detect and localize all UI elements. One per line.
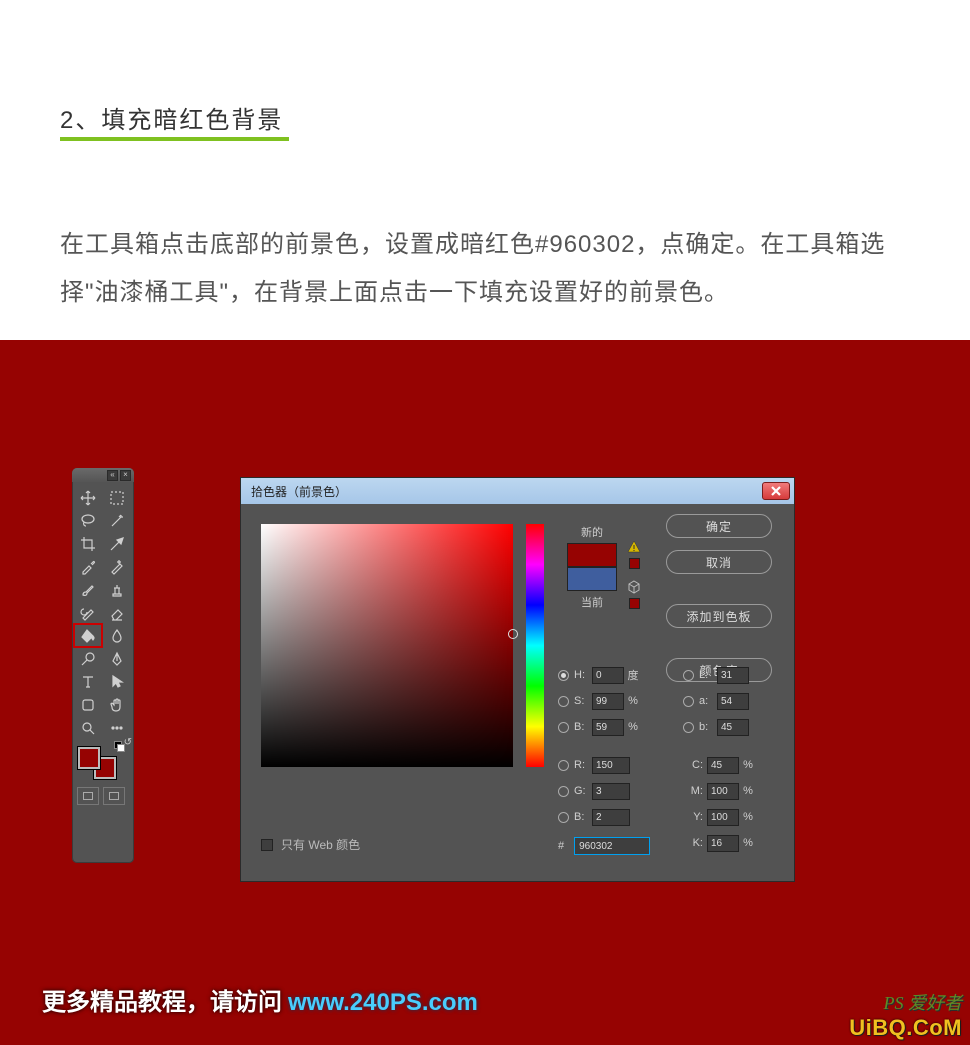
brush-tool[interactable] (75, 579, 101, 600)
input-a[interactable]: 54 (717, 693, 749, 710)
crop-tool[interactable] (75, 533, 101, 554)
web-only-checkbox[interactable] (261, 839, 273, 851)
input-Bb[interactable]: 2 (592, 809, 630, 826)
input-b[interactable]: 59 (592, 719, 624, 736)
label-current: 当前 (561, 594, 623, 610)
tool-grid (72, 482, 134, 741)
shape-tool[interactable] (75, 694, 101, 715)
dialog-titlebar[interactable]: 拾色器（前景色） (241, 478, 794, 504)
step-body: 在工具箱点击底部的前景色，设置成暗红色#960302，点确定。在工具箱选择"油漆… (60, 221, 910, 317)
ok-button[interactable]: 确定 (666, 514, 772, 538)
collapse-icon[interactable]: « (107, 470, 118, 481)
input-Y[interactable]: 100 (707, 809, 739, 826)
input-h[interactable]: 0 (592, 667, 624, 684)
web-safe-warning-icon[interactable] (627, 580, 641, 594)
eraser-tool[interactable] (104, 602, 130, 623)
standard-mode[interactable] (77, 787, 99, 805)
lasso-tool[interactable] (75, 510, 101, 531)
radio-lab-b[interactable] (683, 722, 694, 733)
input-hex[interactable]: 960302 (574, 837, 650, 855)
magic-wand-tool[interactable] (104, 510, 130, 531)
default-colors-icon[interactable]: ↺ (114, 741, 126, 753)
radio-Bb[interactable] (558, 812, 569, 823)
radio-L[interactable] (683, 670, 694, 681)
screen-mode[interactable] (103, 787, 125, 805)
marquee-tool[interactable] (104, 487, 130, 508)
color-preview: 新的 当前 (561, 524, 623, 610)
canvas-stage: « × (0, 340, 970, 1045)
tools-panel: « × (72, 468, 134, 863)
clone-stamp-tool[interactable] (104, 579, 130, 600)
paint-bucket-tool[interactable] (75, 625, 101, 646)
type-tool[interactable] (75, 671, 101, 692)
footer-url[interactable]: www.240PS.com (288, 989, 478, 1017)
cancel-button[interactable]: 取消 (666, 550, 772, 574)
zoom-tool[interactable] (75, 717, 101, 738)
hex-row: #960302 (558, 837, 650, 855)
web-only-row: 只有 Web 颜色 (261, 836, 360, 853)
color-picker-dialog: 拾色器（前景色） 新的 当前 确定 取消 添加到色板 颜色库 (240, 477, 795, 882)
label-new: 新的 (561, 524, 623, 540)
radio-a[interactable] (683, 696, 694, 707)
path-selection-tool[interactable] (104, 671, 130, 692)
swatch-current[interactable] (567, 567, 617, 591)
close-icon[interactable]: × (120, 470, 131, 481)
add-swatch-button[interactable]: 添加到色板 (666, 604, 772, 628)
move-tool[interactable] (75, 487, 101, 508)
input-lab-b[interactable]: 45 (717, 719, 749, 736)
lab-fields: L:31 a:54 b:45 (683, 662, 779, 740)
hsb-fields: H:0度 S:99% B:59% (558, 662, 678, 740)
dialog-buttons: 确定 取消 添加到色板 颜色库 (666, 514, 772, 682)
input-R[interactable]: 150 (592, 757, 630, 774)
radio-b[interactable] (558, 722, 569, 733)
web-only-label: 只有 Web 颜色 (281, 836, 360, 853)
sv-marker[interactable] (508, 629, 518, 639)
foreground-color[interactable] (78, 747, 100, 769)
edit-toolbar[interactable] (104, 717, 130, 738)
hand-tool[interactable] (104, 694, 130, 715)
swatch-new[interactable] (567, 543, 617, 567)
input-C[interactable]: 45 (707, 757, 739, 774)
web-safe-swatch[interactable] (629, 598, 640, 609)
input-L[interactable]: 31 (717, 667, 749, 684)
saturation-value-field[interactable] (261, 524, 513, 767)
pen-tool[interactable] (104, 648, 130, 669)
dialog-title: 拾色器（前景色） (251, 483, 347, 500)
quick-mask-row (72, 779, 134, 810)
step-title: 2、填充暗红色背景 (60, 100, 289, 141)
watermark-line1: PS 爱好者 (849, 989, 962, 1015)
healing-brush-tool[interactable] (104, 556, 130, 577)
color-wells: ↺ (72, 741, 134, 779)
radio-G[interactable] (558, 786, 569, 797)
footer-link: 更多精品教程，请访问 www.240PS.com (42, 982, 478, 1017)
watermark: PS 爱好者 UiBQ.CoM (849, 989, 962, 1041)
input-G[interactable]: 3 (592, 783, 630, 800)
close-button[interactable] (762, 482, 790, 500)
gamut-swatch[interactable] (629, 558, 640, 569)
cmyk-fields: C:45% M:100% Y:100% K:16% (683, 752, 779, 856)
footer-text: 更多精品教程，请访问 (42, 982, 282, 1017)
history-brush-tool[interactable] (75, 602, 101, 623)
radio-s[interactable] (558, 696, 569, 707)
gamut-warning-icon[interactable] (627, 540, 641, 554)
rgb-fields: R:150 G:3 B:2 (558, 752, 678, 830)
dodge-tool[interactable] (75, 648, 101, 669)
input-K[interactable]: 16 (707, 835, 739, 852)
input-M[interactable]: 100 (707, 783, 739, 800)
slice-tool[interactable] (104, 533, 130, 554)
eyedropper-tool[interactable] (75, 556, 101, 577)
input-s[interactable]: 99 (592, 693, 624, 710)
tools-header: « × (72, 468, 134, 482)
watermark-line2: UiBQ.CoM (849, 1015, 962, 1041)
radio-R[interactable] (558, 760, 569, 771)
radio-h[interactable] (558, 670, 569, 681)
blur-tool[interactable] (104, 625, 130, 646)
hue-slider[interactable] (526, 524, 544, 767)
